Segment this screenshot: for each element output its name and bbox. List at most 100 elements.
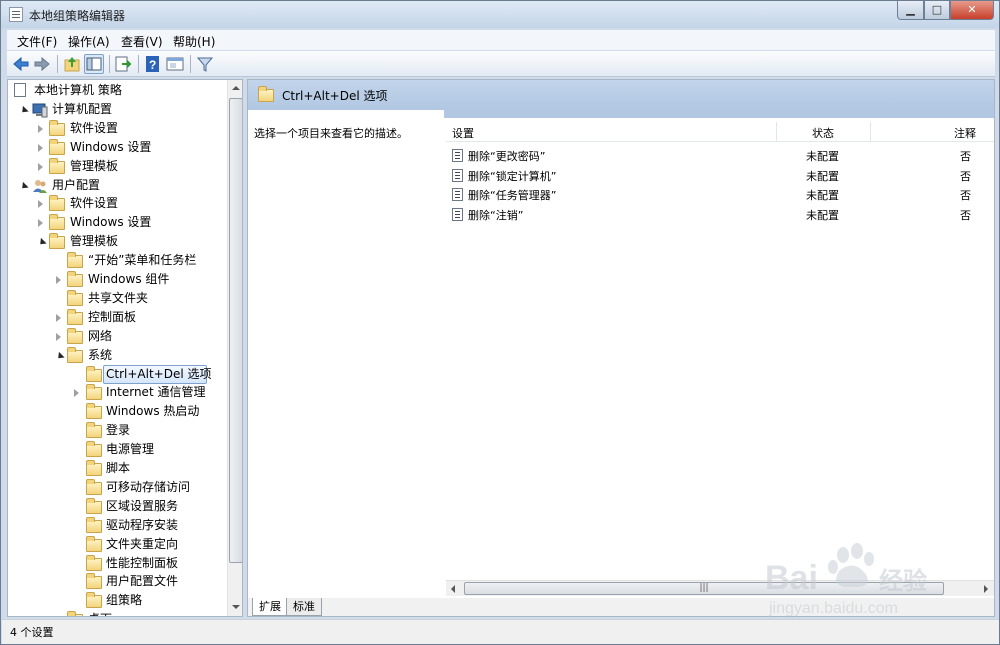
properties-button[interactable] (165, 54, 185, 74)
tree-item[interactable]: 驱动程序安装 (8, 516, 226, 535)
tree-item-label: 网络 (88, 328, 113, 343)
cell-state: 未配置 (806, 209, 839, 223)
folder-icon (49, 157, 65, 174)
cell-state: 未配置 (806, 150, 839, 163)
tree-item-label: 区域设置服务 (106, 498, 179, 513)
maximize-button[interactable]: □ (924, 1, 950, 20)
table-row[interactable]: 删除“锁定计算机” 未配置 否 (446, 165, 994, 185)
tree-item-label: 软件设置 (70, 120, 119, 135)
menu-view[interactable]: 查看(V) (121, 33, 163, 50)
tree-item[interactable]: 组策略 (8, 591, 226, 610)
expanded-arrow-icon[interactable] (37, 238, 47, 248)
column-header-setting[interactable]: 设置 (452, 125, 474, 141)
help-button[interactable]: ? (143, 54, 163, 74)
folder-icon (67, 611, 83, 616)
console-tree[interactable]: 本地计算机 策略 计算机配置 软件设置 Windows 设置 管理模板 用户配置 软件设置 W… (7, 79, 243, 617)
tab-standard[interactable]: 标准 (286, 598, 322, 616)
tree-item[interactable]: Internet 通信管理 (8, 383, 226, 402)
collapsed-arrow-icon[interactable] (56, 332, 61, 341)
tree-item-label: 桌面 (88, 610, 112, 616)
column-header-state[interactable]: 状态 (812, 125, 834, 141)
collapsed-arrow-icon[interactable] (38, 124, 43, 133)
tab-extended[interactable]: 扩展 (252, 598, 288, 616)
collapsed-arrow-icon[interactable] (56, 276, 61, 284)
tree-item[interactable]: 登录 (8, 421, 226, 440)
tree-item[interactable]: 网络 (8, 327, 226, 346)
tree-item[interactable]: 可移动存储访问 (8, 478, 226, 497)
export-list-button[interactable] (113, 54, 133, 74)
show-hide-tree-button[interactable] (84, 54, 104, 74)
collapsed-arrow-icon[interactable] (56, 313, 61, 322)
tree-item[interactable]: Windows 热启动 (8, 402, 226, 421)
filter-icon (196, 57, 214, 72)
back-button[interactable] (11, 54, 31, 74)
scroll-up-icon[interactable] (232, 86, 240, 90)
collapsed-arrow-icon[interactable] (38, 219, 43, 228)
collapsed-arrow-icon[interactable] (38, 200, 43, 209)
forward-button[interactable] (32, 54, 52, 74)
up-button[interactable] (62, 54, 82, 74)
collapsed-arrow-icon[interactable] (38, 143, 43, 152)
tree-item[interactable]: 软件设置 (8, 194, 226, 213)
folder-icon (86, 384, 102, 401)
scroll-left-icon[interactable] (451, 585, 455, 593)
status-bar: 4 个设置 (2, 619, 999, 644)
column-divider[interactable] (870, 122, 871, 142)
collapsed-arrow-icon[interactable] (38, 162, 43, 171)
collapsed-arrow-icon[interactable] (74, 389, 79, 398)
expanded-arrow-icon[interactable] (55, 351, 65, 361)
tree-item-label: 可移动存储访问 (106, 479, 191, 494)
tree-item-label: 性能控制面板 (106, 555, 179, 570)
menu-file[interactable]: 文件(F) (17, 33, 57, 50)
computer-icon (32, 103, 48, 118)
tree-item[interactable]: 管理模板 (8, 157, 226, 176)
menu-action[interactable]: 操作(A) (68, 33, 110, 50)
tree-item[interactable]: 电源管理 (8, 440, 226, 459)
tree-item[interactable]: 软件设置 (8, 119, 226, 138)
details-pane: Ctrl+Alt+Del 选项 选择一个项目来查看它的描述。 设置 状态 注释 … (247, 79, 995, 617)
table-row[interactable]: 删除“更改密码” 未配置 否 (446, 145, 994, 165)
table-row[interactable]: 删除“任务管理器” 未配置 否 (446, 184, 994, 204)
column-header-note[interactable]: 注释 (954, 125, 976, 141)
help-icon: ? (146, 56, 159, 72)
tree-item[interactable]: 用户配置 (8, 176, 226, 195)
folder-icon (67, 271, 83, 287)
tree-item[interactable]: Windows 设置 (8, 213, 226, 232)
folder-icon (86, 554, 102, 571)
tree-item[interactable]: 共享文件夹 (8, 289, 226, 308)
cell-state: 未配置 (806, 189, 839, 203)
tree-item[interactable]: 控制面板 (8, 308, 226, 327)
column-divider[interactable] (776, 122, 777, 142)
filter-button[interactable] (195, 54, 215, 74)
toolbar-separator (190, 55, 191, 73)
tree-vertical-scrollbar[interactable] (227, 80, 242, 616)
collapsed-arrow-icon[interactable] (56, 616, 61, 617)
tree-item[interactable]: Windows 组件 (8, 270, 226, 289)
scrollbar-thumb[interactable] (229, 98, 242, 563)
tree-item[interactable]: 文件夹重定向 (8, 535, 226, 554)
tree-item[interactable]: 系统 (8, 346, 226, 365)
scroll-right-icon[interactable] (984, 585, 988, 593)
expanded-arrow-icon[interactable] (19, 105, 29, 115)
folder-icon (86, 516, 102, 533)
cell-note: 否 (960, 189, 971, 203)
menu-help[interactable]: 帮助(H) (173, 33, 215, 50)
tree-item[interactable]: 本地计算机 策略 (8, 81, 226, 100)
tree-item[interactable]: Ctrl+Alt+Del 选项 (8, 364, 226, 384)
tree-item[interactable]: “开始”菜单和任务栏 (8, 251, 226, 270)
tree-item-label: 用户配置文件 (106, 574, 179, 589)
scroll-down-icon[interactable] (232, 605, 240, 609)
tree-item-label: Windows 组件 (88, 272, 170, 286)
tree-item[interactable]: 性能控制面板 (8, 554, 226, 573)
tree-item[interactable]: 用户配置文件 (8, 572, 226, 591)
tree-item[interactable]: Windows 设置 (8, 138, 226, 157)
tree-item[interactable]: 脚本 (8, 459, 226, 478)
expanded-arrow-icon[interactable] (19, 181, 29, 191)
minimize-button[interactable]: ▁ (897, 1, 924, 20)
tree-item[interactable]: 桌面 (8, 610, 226, 617)
tree-item[interactable]: 管理模板 (8, 232, 226, 251)
table-row[interactable]: 删除“注销” 未配置 否 (446, 204, 994, 224)
tree-item[interactable]: 计算机配置 (8, 100, 226, 119)
tree-item[interactable]: 区域设置服务 (8, 497, 226, 516)
close-button[interactable]: ✕ (950, 1, 994, 20)
